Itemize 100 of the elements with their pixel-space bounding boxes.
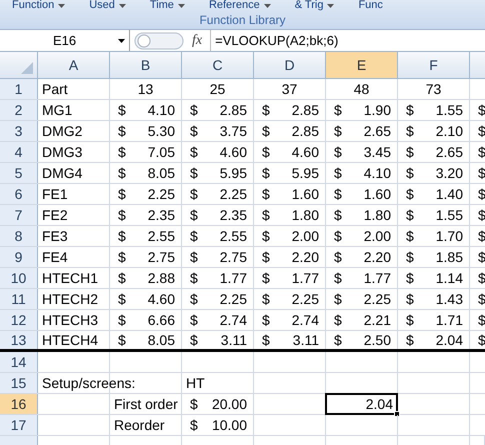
cell-amount: 1.80	[364, 206, 392, 224]
currency-symbol: $	[333, 226, 342, 246]
row-header[interactable]: 11	[0, 289, 38, 309]
cell-amount: 1.43	[436, 290, 464, 308]
cell-text: DMG3	[41, 142, 82, 162]
cell-amount: 3.75	[220, 122, 248, 140]
currency-symbol: $	[189, 416, 198, 434]
currency-symbol: $	[261, 122, 270, 140]
row-header[interactable]: 2	[0, 100, 38, 120]
currency-symbol: $	[405, 206, 414, 224]
column-header[interactable]: C	[182, 52, 254, 78]
cell-number: 2.04	[364, 394, 394, 414]
currency-symbol: $	[261, 310, 270, 330]
currency-symbol: $	[117, 330, 126, 350]
currency-symbol: $	[333, 142, 342, 162]
formula-field[interactable]: =VLOOKUP(A2;bk;6)	[211, 30, 485, 50]
currency-symbol: $	[117, 226, 126, 246]
cell-text: FE4	[41, 248, 68, 266]
ribbon-button[interactable]: Reference	[208, 0, 271, 11]
row-header[interactable]: 6	[0, 184, 38, 204]
cell-amount: 6.66	[148, 310, 176, 330]
caret-icon	[118, 4, 126, 8]
currency-symbol: $	[405, 142, 414, 162]
caret-icon	[178, 4, 185, 8]
ribbon-button[interactable]: & Trig	[294, 0, 334, 11]
row-header[interactable]: 10	[0, 268, 38, 288]
cell-number: 25	[208, 80, 226, 98]
cell-amount: 2.85	[220, 100, 248, 120]
currency-symbol: $	[117, 100, 126, 120]
cell-text: Reorder	[113, 416, 165, 434]
cell-amount: 4.10	[148, 100, 176, 120]
cell-text: FE2	[41, 206, 68, 224]
cell-amount: 2.75	[148, 248, 176, 266]
column-header[interactable]: A	[38, 52, 110, 78]
ribbon-button[interactable]: Function	[12, 0, 66, 11]
dropdown-arrow-icon[interactable]	[118, 38, 125, 42]
cell-text: HTECH2	[41, 290, 98, 308]
insert-function-button[interactable]: fx	[188, 30, 206, 51]
currency-symbol: $	[333, 330, 342, 350]
cell-amount: 2.74	[220, 310, 248, 330]
currency-symbol: $	[117, 268, 126, 288]
currency-symbol: $	[261, 330, 270, 350]
row-header[interactable]: 17	[0, 415, 38, 435]
row-header[interactable]: 14	[0, 352, 38, 372]
cell-amount: 1.77	[220, 268, 248, 288]
cell-amount: 1.40	[436, 184, 464, 204]
cell-amount: 2.35	[148, 206, 176, 224]
row-header[interactable]: 5	[0, 163, 38, 183]
cell-number: 37	[280, 80, 298, 98]
column-header[interactable]: E	[326, 52, 398, 78]
currency-symbol: $	[333, 122, 342, 140]
cell-amount: 2.75	[220, 248, 248, 266]
cell-amount: 5.95	[292, 164, 320, 182]
currency-symbol: $	[189, 226, 198, 246]
row-header[interactable]: 7	[0, 205, 38, 225]
cell-amount: 2.04	[436, 330, 464, 350]
cell-amount: 2.25	[220, 290, 248, 308]
currency-symbol: $	[261, 100, 270, 120]
row-header[interactable]: 8	[0, 226, 38, 246]
currency-symbol: $	[333, 184, 342, 204]
caret-icon	[327, 4, 334, 8]
ribbon-button[interactable]: Used	[89, 0, 126, 11]
currency-symbol: $	[189, 206, 198, 224]
cell-amount: 2.20	[292, 248, 320, 266]
row-header[interactable]: 9	[0, 247, 38, 267]
currency-symbol: $	[189, 290, 198, 308]
currency-symbol: $	[333, 164, 342, 182]
currency-symbol: $	[189, 122, 198, 140]
column-header[interactable]: F	[398, 52, 470, 78]
row-header[interactable]: 16	[0, 394, 38, 414]
ribbon-button[interactable]: Time	[150, 0, 185, 11]
cell-amount: 8.05	[148, 330, 176, 350]
column-header[interactable]: B	[110, 52, 182, 78]
cell-text: DMG4	[41, 164, 82, 182]
currency-symbol: $	[333, 248, 342, 266]
splitter-handle-icon[interactable]	[134, 32, 184, 50]
currency-symbol: $	[117, 206, 126, 224]
name-box[interactable]: E16	[0, 30, 130, 51]
currency-symbol: $	[405, 226, 414, 246]
currency-symbol: $	[117, 142, 126, 162]
cell-amount: 2.20	[364, 248, 392, 266]
cell-amount: 5.95	[220, 164, 248, 182]
row-header[interactable]: 4	[0, 142, 38, 162]
row-header[interactable]: 15	[0, 373, 38, 393]
currency-symbol: $	[117, 184, 126, 204]
row-header[interactable]: 12	[0, 310, 38, 330]
currency-symbol: $	[333, 290, 342, 308]
row-header[interactable]: 13	[0, 331, 38, 349]
cell-amount: 2.00	[364, 226, 392, 246]
ribbon-button[interactable]: Func	[358, 0, 383, 11]
cell-amount: 2.74	[292, 310, 320, 330]
cell-amount: 8.05	[148, 164, 176, 182]
row-header[interactable]: 3	[0, 121, 38, 141]
row-header[interactable]: 1	[0, 79, 38, 99]
cell-amount: 2.10	[436, 122, 464, 140]
cell-amount: 1.14	[436, 268, 464, 288]
cell-amount: 1.77	[292, 268, 320, 288]
cell-amount: 10.00	[212, 416, 248, 434]
cell-amount: 1.55	[436, 206, 464, 224]
cell-amount: 4.10	[364, 164, 392, 182]
